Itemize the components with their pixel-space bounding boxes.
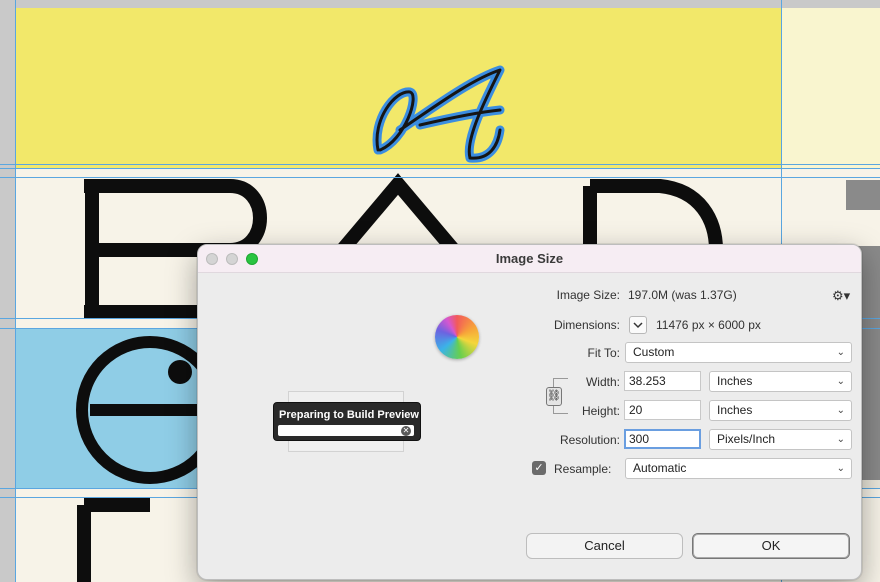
resolution-unit-value: Pixels/Inch bbox=[717, 432, 776, 446]
dimensions-label: Dimensions: bbox=[553, 318, 620, 332]
width-label: Width: bbox=[585, 375, 620, 389]
image-size-label: Image Size: bbox=[556, 288, 620, 302]
chevron-down-icon: ⌄ bbox=[836, 463, 845, 474]
height-unit-value: Inches bbox=[717, 403, 753, 417]
resolution-label: Resolution: bbox=[559, 433, 620, 447]
ok-button[interactable]: OK bbox=[692, 533, 850, 559]
dimensions-unit-toggle[interactable] bbox=[629, 316, 647, 334]
height-label: Height: bbox=[581, 404, 620, 418]
dialog-titlebar[interactable]: Image Size bbox=[198, 245, 861, 273]
gear-icon[interactable]: ⚙▾ bbox=[832, 288, 850, 304]
width-unit-select[interactable]: Inches ⌄ bbox=[709, 371, 852, 392]
fit-to-value: Custom bbox=[633, 345, 675, 359]
cancel-button[interactable]: Cancel bbox=[526, 533, 683, 559]
guide-line bbox=[0, 177, 880, 178]
chevron-down-icon bbox=[633, 322, 643, 329]
resample-label: Resample: bbox=[554, 462, 612, 476]
block-letter-d bbox=[583, 179, 723, 251]
guide-line bbox=[0, 168, 880, 169]
guide-line bbox=[0, 164, 880, 165]
image-size-value: 197.0M (was 1.37G) bbox=[628, 288, 737, 302]
height-field[interactable]: 20 bbox=[624, 400, 701, 420]
fit-to-label: Fit To: bbox=[587, 346, 620, 360]
resolution-unit-select[interactable]: Pixels/Inch ⌄ bbox=[709, 429, 852, 450]
guide-line bbox=[15, 0, 16, 582]
chevron-down-icon: ⌄ bbox=[836, 376, 845, 387]
chevron-down-icon: ⌄ bbox=[836, 347, 845, 358]
preview-status-label: Preparing to Build Preview bbox=[279, 409, 419, 421]
resample-value: Automatic bbox=[633, 461, 687, 475]
image-size-dialog: Image Size Preparing to Build Preview ✕ … bbox=[197, 244, 862, 580]
fit-to-select[interactable]: Custom ⌄ bbox=[625, 342, 852, 363]
width-field[interactable]: 38.253 bbox=[624, 371, 701, 391]
spinning-wheel-icon bbox=[435, 315, 479, 359]
block-letter-bottom bbox=[77, 498, 150, 582]
cancel-circle-icon[interactable]: ✕ bbox=[401, 426, 411, 436]
dimensions-value: 11476 px × 6000 px bbox=[656, 318, 761, 332]
height-unit-select[interactable]: Inches ⌄ bbox=[709, 400, 852, 421]
script-letter-a bbox=[372, 65, 505, 163]
resample-select[interactable]: Automatic ⌄ bbox=[625, 458, 852, 479]
dialog-title: Image Size bbox=[495, 251, 564, 266]
width-unit-value: Inches bbox=[717, 374, 753, 388]
preview-progress-bar: ✕ bbox=[278, 425, 414, 436]
preview-progress-popup: Preparing to Build Preview ✕ bbox=[273, 402, 421, 441]
chevron-down-icon: ⌄ bbox=[836, 434, 845, 445]
resample-checkbox[interactable]: ✓ bbox=[532, 461, 546, 475]
resolution-field[interactable]: 300 bbox=[624, 429, 701, 449]
chevron-down-icon: ⌄ bbox=[836, 405, 845, 416]
